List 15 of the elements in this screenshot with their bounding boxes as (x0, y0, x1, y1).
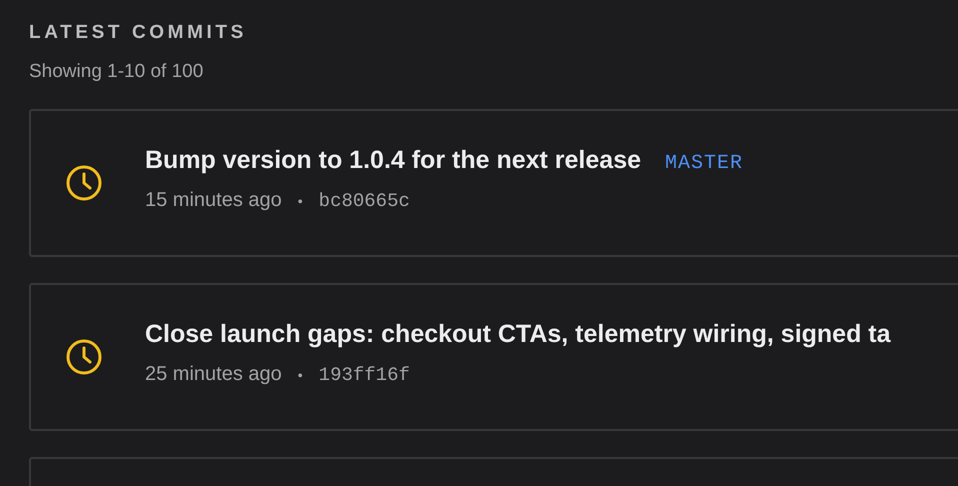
commit-time: 25 minutes ago (145, 363, 282, 386)
commit-message: Close launch gaps: checkout CTAs, telemetry wiring, signed ta (145, 320, 891, 349)
clock-icon (65, 164, 103, 202)
section-title: LATEST COMMITS (29, 21, 248, 45)
commit-hash: 193ff16f (318, 364, 410, 386)
commit-count: Showing 1-10 of 100 (29, 60, 204, 84)
commit-card[interactable]: Close launch gaps: checkout CTAs, telemetry wiring, signed ta 25 minutes ago • 193ff16f (29, 283, 958, 431)
separator-dot: • (298, 367, 303, 383)
clock-icon (65, 338, 103, 376)
commit-card[interactable]: Bump version to 1.0.4 for the next release MASTER 15 minutes ago • bc80665c (29, 109, 958, 257)
commit-hash: bc80665c (318, 190, 410, 212)
separator-dot: • (298, 193, 303, 209)
commit-message: Bump version to 1.0.4 for the next release (145, 146, 641, 175)
branch-label: MASTER (665, 152, 744, 175)
commit-time: 15 minutes ago (145, 189, 282, 212)
